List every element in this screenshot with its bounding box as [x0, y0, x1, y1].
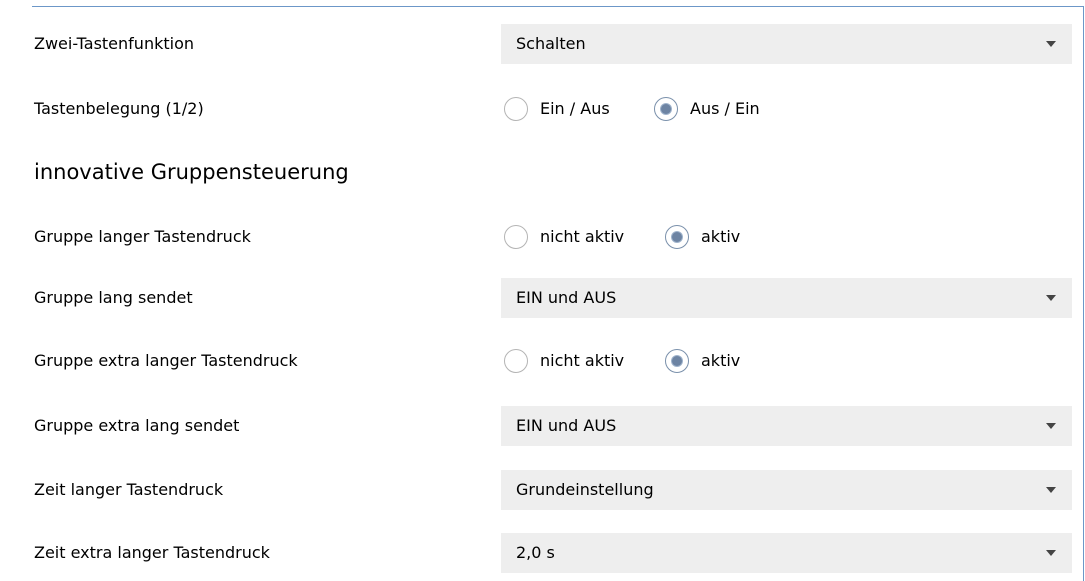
row-gruppe-extra-lang-sendet: Gruppe extra lang sendet EIN und AUS — [0, 406, 1085, 446]
gruppe-lang-sendet-label: Gruppe lang sendet — [34, 288, 193, 307]
radio-button-selected-icon — [654, 97, 678, 121]
zeit-langer-tastendruck-label: Zeit langer Tastendruck — [34, 480, 224, 499]
gruppe-extra-langer-option-aktiv-label: aktiv — [701, 351, 741, 370]
zeit-extra-langer-tastendruck-select[interactable]: 2,0 s — [501, 533, 1072, 573]
zwei-tastenfunktion-select[interactable]: Schalten — [501, 24, 1072, 64]
gruppe-extra-lang-sendet-value: EIN und AUS — [516, 416, 617, 435]
tastenbelegung-option-aus-ein-label: Aus / Ein — [690, 99, 760, 118]
gruppe-extra-langer-option-nicht-aktiv-label: nicht aktiv — [540, 351, 625, 370]
zeit-extra-langer-tastendruck-label: Zeit extra langer Tastendruck — [34, 543, 270, 562]
radio-button-icon — [504, 97, 528, 121]
radio-button-selected-icon — [665, 349, 689, 373]
radio-dot — [661, 104, 671, 114]
radio-dot — [672, 356, 682, 366]
gruppe-extra-langer-tastendruck-label: Gruppe extra langer Tastendruck — [34, 351, 298, 370]
chevron-down-icon — [1046, 487, 1056, 493]
radio-dot — [672, 232, 682, 242]
zeit-langer-tastendruck-select[interactable]: Grundeinstellung — [501, 470, 1072, 510]
row-tastenbelegung: Tastenbelegung (1/2) Ein / Aus Aus / Ein — [0, 89, 1085, 129]
chevron-down-icon — [1046, 423, 1056, 429]
gruppe-extra-lang-sendet-label: Gruppe extra lang sendet — [34, 416, 240, 435]
zwei-tastenfunktion-label: Zwei-Tastenfunktion — [34, 34, 194, 53]
section-title: innovative Gruppensteuerung — [34, 160, 349, 184]
zwei-tastenfunktion-value: Schalten — [516, 34, 586, 53]
row-zeit-extra-langer-tastendruck: Zeit extra langer Tastendruck 2,0 s — [0, 533, 1085, 573]
frame-gap — [0, 0, 32, 14]
row-gruppe-langer-tastendruck: Gruppe langer Tastendruck nicht aktiv ak… — [0, 217, 1085, 257]
zeit-extra-langer-tastendruck-value: 2,0 s — [516, 543, 555, 562]
gruppe-extra-lang-sendet-select[interactable]: EIN und AUS — [501, 406, 1072, 446]
chevron-down-icon — [1046, 295, 1056, 301]
section-innovative-gruppensteuerung: innovative Gruppensteuerung — [0, 152, 1085, 192]
radio-button-icon — [504, 225, 528, 249]
gruppe-langer-option-aktiv-label: aktiv — [701, 227, 741, 246]
gruppe-langer-tastendruck-label: Gruppe langer Tastendruck — [34, 227, 251, 246]
row-gruppe-lang-sendet: Gruppe lang sendet EIN und AUS — [0, 278, 1085, 318]
row-zeit-langer-tastendruck: Zeit langer Tastendruck Grundeinstellung — [0, 470, 1085, 510]
chevron-down-icon — [1046, 550, 1056, 556]
radio-button-selected-icon — [665, 225, 689, 249]
tastenbelegung-option-ein-aus-label: Ein / Aus — [540, 99, 610, 118]
gruppe-lang-sendet-select[interactable]: EIN und AUS — [501, 278, 1072, 318]
chevron-down-icon — [1046, 41, 1056, 47]
row-gruppe-extra-langer-tastendruck: Gruppe extra langer Tastendruck nicht ak… — [0, 341, 1085, 381]
gruppe-langer-option-nicht-aktiv-label: nicht aktiv — [540, 227, 625, 246]
gruppe-lang-sendet-value: EIN und AUS — [516, 288, 617, 307]
zeit-langer-tastendruck-value: Grundeinstellung — [516, 480, 654, 499]
tastenbelegung-label: Tastenbelegung (1/2) — [34, 99, 204, 118]
row-zwei-tastenfunktion: Zwei-Tastenfunktion Schalten — [0, 24, 1085, 64]
radio-button-icon — [504, 349, 528, 373]
